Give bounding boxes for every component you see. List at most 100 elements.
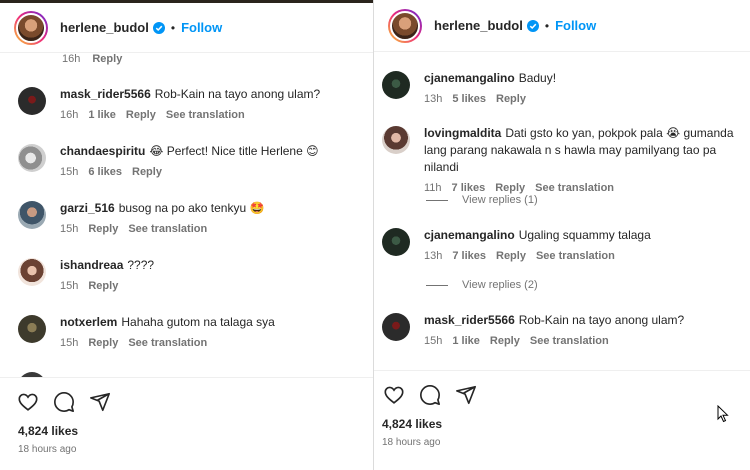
heart-icon[interactable] — [16, 390, 40, 414]
comment-icon[interactable] — [418, 383, 442, 407]
likes-count[interactable]: 4,824 likes — [18, 424, 373, 438]
action-bar — [0, 378, 373, 414]
comment-item: cjanemangalino Baduy! 13h 5 likes Reply — [374, 70, 750, 105]
comment-time: 16h — [60, 109, 79, 121]
commenter-avatar[interactable] — [382, 126, 410, 154]
comment-text: Ugaling squammy talaga — [518, 228, 651, 242]
reply-button[interactable]: Reply — [88, 280, 118, 292]
mouse-cursor-icon — [717, 404, 729, 428]
commenter-avatar[interactable] — [382, 313, 410, 341]
profile-avatar[interactable] — [388, 8, 422, 43]
heart-icon[interactable] — [382, 383, 406, 407]
comment-username[interactable]: lovingmaldita — [424, 126, 501, 140]
post-time-ago: 18 hours ago — [382, 437, 441, 448]
verified-badge-icon — [152, 21, 165, 34]
commenter-avatar[interactable] — [18, 87, 46, 115]
comment-icon[interactable] — [52, 390, 76, 414]
post-actions-section: 4,824 likes 18 hours ago — [0, 377, 373, 470]
comment-likes[interactable]: 7 likes — [452, 182, 486, 194]
separator-dot: • — [544, 18, 550, 33]
follow-button[interactable]: Follow — [181, 20, 222, 35]
comment-text: Rob-Kain na tayo anong ulam? — [154, 87, 321, 101]
comment-time: 15h — [60, 337, 79, 349]
share-icon[interactable] — [454, 383, 478, 407]
see-translation-link[interactable]: See translation — [128, 223, 207, 235]
comment-username[interactable]: garzi_516 — [60, 201, 115, 215]
comment-likes[interactable]: 6 likes — [88, 166, 122, 178]
view-replies-label[interactable]: View replies (2) — [462, 279, 538, 291]
reply-button[interactable]: Reply — [88, 223, 118, 235]
post-actions-section: 4,824 likes 18 hours ago — [374, 370, 750, 470]
comment-time: 13h — [424, 250, 443, 262]
comments-list: cjanemangalino Baduy! 13h 5 likes Reply l… — [374, 52, 750, 370]
reply-button[interactable]: Reply — [88, 337, 118, 349]
likes-count[interactable]: 4,824 likes — [382, 417, 750, 431]
commenter-avatar[interactable] — [382, 228, 410, 256]
comment-time: 15h — [60, 280, 79, 292]
profile-avatar[interactable] — [14, 10, 48, 45]
separator-dot: • — [170, 20, 176, 35]
comment-username[interactable]: cjanemangalino — [424, 71, 515, 85]
post-header: herlene_budol • Follow — [374, 0, 750, 52]
commenter-avatar[interactable] — [18, 144, 46, 172]
comment-time: 15h — [60, 223, 79, 235]
replies-line — [426, 284, 448, 286]
comment-username[interactable]: mask_rider5566 — [60, 87, 151, 101]
post-header: herlene_budol • Follow — [0, 3, 373, 53]
reply-button[interactable]: Reply — [92, 53, 122, 65]
see-translation-link[interactable]: See translation — [535, 182, 614, 194]
comment-username[interactable]: cjanemangalino — [424, 228, 515, 242]
comment-item: mask_rider5566 Rob-Kain na tayo anong ula… — [0, 86, 373, 121]
comment-username[interactable]: chandaespiritu — [60, 144, 145, 158]
comment-item: ishandreaa???? 15h Reply — [0, 257, 373, 292]
comment-item: cjanemangalino Ugaling squammy talaga 13h… — [374, 227, 750, 262]
comment-item: notxerlem Hahaha gutom na talaga sya 15h … — [0, 314, 373, 349]
reply-button[interactable]: Reply — [496, 93, 526, 105]
view-replies-label[interactable]: View replies (1) — [462, 194, 538, 206]
comment-item: mask_rider5566 Rob-Kain na tayo anong ula… — [374, 312, 750, 347]
view-replies-button[interactable]: View replies (1) — [426, 194, 538, 206]
header-username[interactable]: herlene_budol — [434, 18, 523, 33]
see-translation-link[interactable]: See translation — [128, 337, 207, 349]
reply-button[interactable]: Reply — [126, 109, 156, 121]
commenter-avatar[interactable] — [18, 201, 46, 229]
see-translation-link[interactable]: See translation — [166, 109, 245, 121]
commenter-avatar[interactable] — [18, 315, 46, 343]
comment-item: chandaespiritu 😂 Perfect! Nice title Herl… — [0, 143, 373, 178]
comment-text: Hahaha gutom na talaga sya — [121, 315, 275, 329]
comment-likes[interactable]: 7 likes — [452, 250, 486, 262]
reply-button[interactable]: Reply — [495, 182, 525, 194]
comment-username[interactable]: notxerlem — [60, 315, 117, 329]
reply-button[interactable]: Reply — [496, 250, 526, 262]
comment-likes[interactable]: 1 like — [88, 109, 116, 121]
share-icon[interactable] — [88, 390, 112, 414]
verified-badge-icon — [526, 19, 539, 32]
see-translation-link[interactable]: See translation — [530, 335, 609, 347]
comment-item: garzi_516 busog na po ako tenkyu 🤩 15h Re… — [0, 200, 373, 235]
reply-button[interactable]: Reply — [490, 335, 520, 347]
comment-time: 15h — [60, 166, 79, 178]
partial-comment-meta: 16h Reply — [62, 53, 122, 65]
comment-likes[interactable]: 5 likes — [452, 93, 486, 105]
follow-button[interactable]: Follow — [555, 18, 596, 33]
comment-username[interactable]: ishandreaa — [60, 258, 123, 272]
reply-button[interactable]: Reply — [132, 166, 162, 178]
see-translation-link[interactable]: See translation — [536, 250, 615, 262]
comment-text: ???? — [127, 258, 155, 272]
comment-text: Baduy! — [518, 71, 557, 85]
comment-text: busog na po ako tenkyu 🤩 — [118, 201, 265, 215]
comment-text: 😂 Perfect! Nice title Herlene 😊 — [149, 144, 319, 158]
comment-time: 11h — [424, 182, 442, 194]
comment-time: 15h — [424, 335, 443, 347]
comment-item: lovingmaldita Dati gsto ko yan, pokpok pa… — [374, 125, 750, 194]
post-time-ago: 18 hours ago — [18, 444, 77, 455]
commenter-avatar[interactable] — [18, 258, 46, 286]
header-username[interactable]: herlene_budol — [60, 20, 149, 35]
comment-likes[interactable]: 1 like — [452, 335, 480, 347]
commenter-avatar[interactable] — [382, 71, 410, 99]
comment-time: 13h — [424, 93, 443, 105]
comment-username[interactable]: mask_rider5566 — [424, 313, 515, 327]
comments-list: 16h Reply mask_rider5566 Rob-Kain na tayo… — [0, 53, 373, 377]
view-replies-button[interactable]: View replies (2) — [426, 279, 538, 291]
action-bar — [374, 371, 750, 407]
